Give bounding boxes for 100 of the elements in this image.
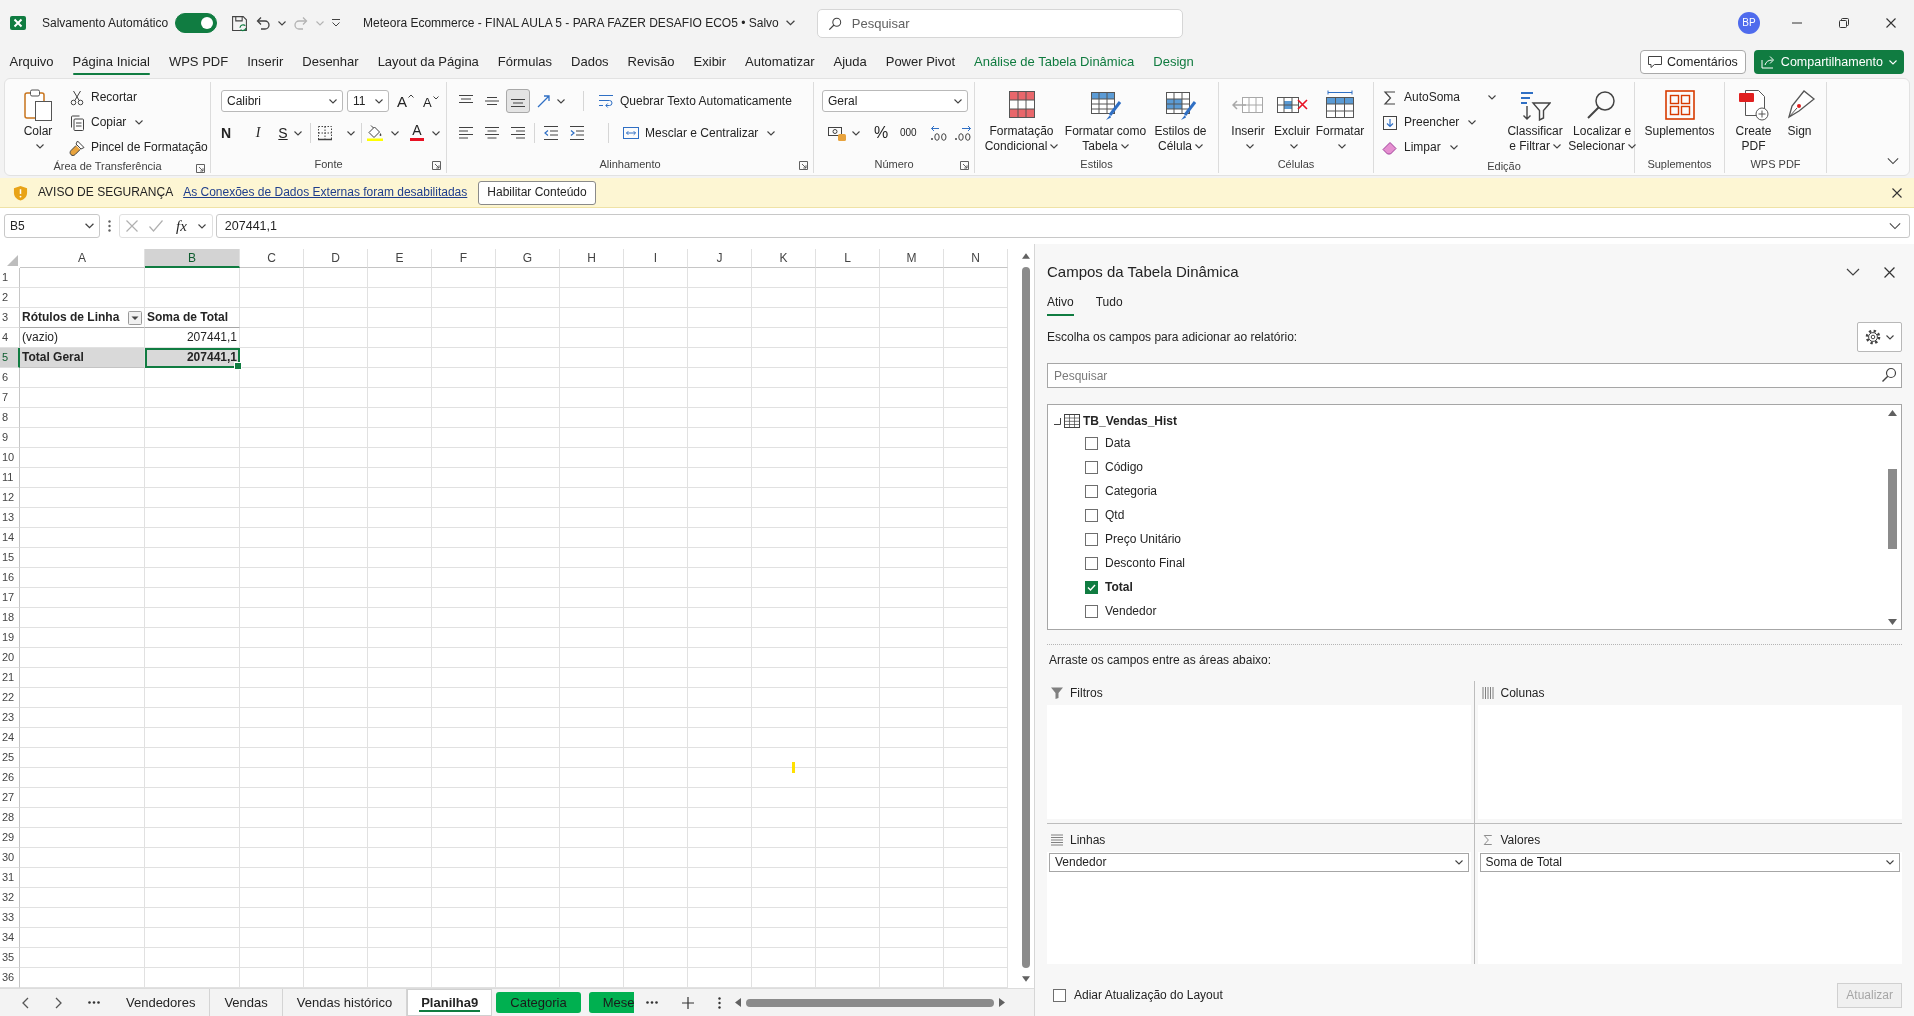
copy-button[interactable]: Copiar (67, 110, 210, 135)
align-center-icon[interactable] (484, 125, 500, 141)
paste-button[interactable]: Colar (19, 83, 57, 160)
message-link[interactable]: As Conexões de Dados Externas foram desabilitadas (183, 185, 468, 200)
area-field-dropdown[interactable]: Soma de Total (1479, 853, 1900, 872)
sheet-tab[interactable]: Categoria (496, 992, 581, 1013)
search-field[interactable]: Pesquisar (1047, 363, 1902, 388)
number-format-dropdown[interactable]: Geral (822, 90, 968, 112)
field-label[interactable]: Preço Unitário (1105, 531, 1182, 547)
fill-handle-icon[interactable] (234, 362, 242, 370)
ribbon-tab[interactable]: Página Inicial (63, 46, 160, 78)
align-bottom-icon[interactable] (506, 89, 530, 113)
pane-tab[interactable]: Tudo (1095, 288, 1123, 316)
ribbon-tab[interactable]: Automatizar (735, 46, 824, 78)
caret-icon[interactable] (852, 130, 860, 136)
ribbon-tab[interactable]: WPS PDF (159, 46, 238, 78)
field-label[interactable]: Desconto Final (1105, 555, 1186, 571)
filter-dropdown-icon[interactable] (128, 310, 142, 325)
scrollbar-thumb[interactable] (1022, 267, 1030, 968)
find-select-button[interactable]: Localizar e Selecionar (1566, 83, 1639, 160)
ribbon-tab[interactable]: Análise de Tabela Dinâmica (964, 46, 1144, 78)
banknote-icon[interactable] (828, 125, 846, 141)
settings-button[interactable] (1857, 322, 1902, 352)
comments-button[interactable]: Comentários (1640, 50, 1746, 74)
diagonal-arrow-icon[interactable] (536, 93, 552, 109)
chevron-left-icon[interactable] (22, 996, 29, 1009)
checkbox[interactable] (1053, 988, 1066, 1002)
undo-icon[interactable] (255, 15, 272, 31)
caret-icon[interactable] (432, 130, 440, 136)
restore-icon[interactable] (1838, 18, 1849, 28)
sheet-tab[interactable]: Mese (588, 992, 635, 1013)
ribbon-tab[interactable]: Arquivo (0, 46, 64, 78)
sort-filter-button[interactable]: Classificar e Filtrar (1504, 83, 1567, 160)
caret-icon[interactable] (785, 20, 795, 26)
decrease-font-button[interactable]: A (422, 95, 440, 109)
field-label[interactable]: Data (1105, 435, 1131, 451)
scrollbar-thumb[interactable] (1888, 469, 1897, 549)
close-icon[interactable] (1892, 187, 1902, 198)
caret-icon[interactable] (294, 130, 302, 136)
ribbon-tab[interactable]: Inserir (237, 46, 293, 78)
checkbox-label[interactable]: Adiar Atualização do Layout (1074, 987, 1223, 1003)
close-icon[interactable] (1884, 266, 1895, 278)
chevron-down-icon[interactable] (1887, 155, 1899, 167)
increase-indent-icon[interactable] (569, 125, 585, 141)
ribbon-tab[interactable]: Design (1143, 46, 1204, 78)
drop-area[interactable]: Vendedor (1047, 852, 1471, 964)
dialog-launcher-icon[interactable] (432, 161, 441, 170)
font-color-button[interactable]: A (408, 122, 426, 144)
more-icon[interactable] (108, 220, 111, 232)
caret-icon[interactable] (391, 130, 399, 136)
caret-icon[interactable] (557, 98, 565, 104)
chevron-right-icon[interactable] (55, 996, 62, 1009)
formula-field[interactable]: 207441,1 (215, 214, 1910, 238)
customize-icon[interactable] (331, 18, 342, 28)
scroll-right-icon[interactable] (999, 998, 1006, 1007)
checkbox[interactable] (1085, 604, 1098, 618)
fill-color-icon[interactable] (367, 125, 383, 141)
align-left-icon[interactable] (458, 125, 474, 141)
autosave-toggle[interactable] (175, 13, 218, 33)
caret-icon[interactable] (278, 20, 287, 26)
format-as-table-button[interactable]: Formatar como Tabela (1062, 83, 1149, 157)
create-pdf-button[interactable]: Create PDF (1733, 83, 1774, 157)
checkbox[interactable] (1085, 484, 1098, 498)
conditional-formatting-button[interactable]: Formatação Condicional (980, 83, 1063, 157)
enable-content-button[interactable]: Habilitar Conteúdo (478, 180, 596, 205)
insert-cells-button[interactable]: Inserir (1226, 83, 1270, 157)
more-icon[interactable] (88, 1001, 100, 1004)
caret-icon[interactable] (347, 130, 355, 136)
sheet-tab[interactable]: Vendedores (112, 989, 211, 1016)
format-painter-button[interactable]: Pincel de Formatação (67, 135, 210, 160)
thousands-separator-button[interactable]: 000 (898, 122, 916, 144)
pane-tab[interactable]: Ativo (1047, 288, 1074, 316)
scroll-down-icon[interactable] (1022, 976, 1030, 982)
bold-button[interactable]: N (217, 122, 235, 144)
dialog-launcher-icon[interactable] (799, 161, 808, 170)
field-label[interactable]: Total (1105, 579, 1133, 595)
autosum-button[interactable]: AutoSoma (1380, 85, 1499, 110)
increase-font-button[interactable]: A (396, 93, 415, 109)
checkbox[interactable] (1085, 580, 1098, 594)
cell-styles-button[interactable]: Estilos de Célula (1148, 83, 1213, 157)
sign-button[interactable]: Sign (1781, 83, 1818, 157)
scroll-up-icon[interactable] (1888, 410, 1897, 416)
table-name[interactable]: TB_Vendas_Hist (1083, 413, 1178, 429)
cut-button[interactable]: Recortar (67, 85, 210, 110)
ribbon-tab[interactable]: Exibir (684, 46, 736, 78)
font-size-dropdown[interactable]: 11 (347, 90, 389, 112)
name-box[interactable]: B5 (4, 214, 100, 238)
ribbon-tab[interactable]: Layout da Página (368, 46, 489, 78)
document-title[interactable]: Meteora Ecommerce - FINAL AULA 5 - PARA FAZER DESAFIO ECO5 • Salvo (363, 15, 779, 31)
borders-icon[interactable] (317, 125, 333, 141)
scroll-left-icon[interactable] (735, 998, 742, 1007)
checkbox[interactable] (1085, 508, 1098, 522)
field-label[interactable]: Categoria (1105, 483, 1158, 499)
ribbon-tab[interactable]: Revisão (618, 46, 685, 78)
clear-button[interactable]: Limpar (1380, 135, 1499, 160)
insert-function-button[interactable]: fx (176, 216, 187, 236)
ribbon-tab[interactable]: Power Pivot (876, 46, 965, 78)
checkbox[interactable] (1085, 556, 1098, 570)
align-right-icon[interactable] (510, 125, 526, 141)
area-field-dropdown[interactable]: Vendedor (1049, 853, 1469, 872)
